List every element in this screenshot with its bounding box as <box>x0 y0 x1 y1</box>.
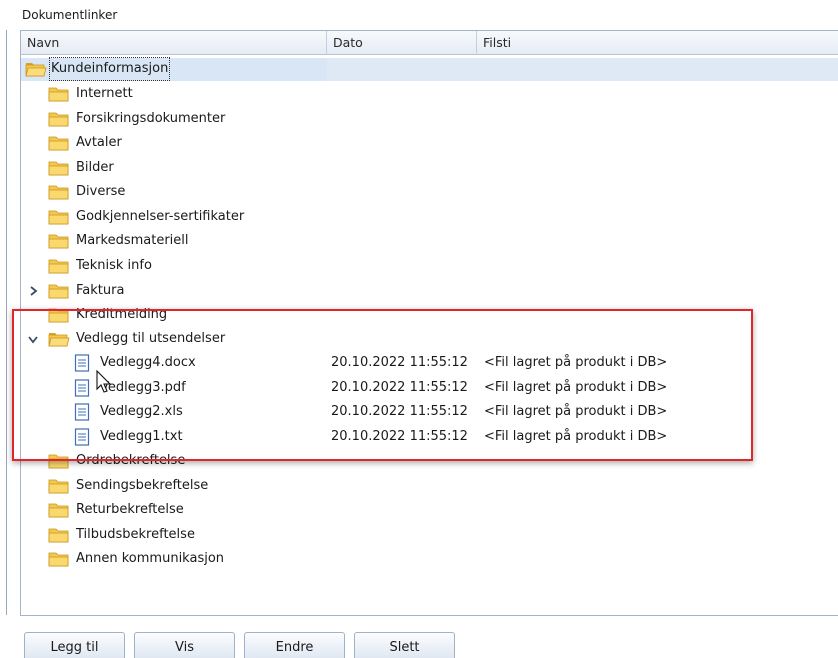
tree-row-file[interactable]: Vedlegg2.xls 20.10.2022 11:55:12 <Fil lagr… <box>21 400 838 424</box>
action-button-bar: Legg til Vis Endre Slett <box>0 632 838 658</box>
tree-row-label: Godkjennelser-sertifikater <box>76 208 245 224</box>
file-date: 20.10.2022 11:55:12 <box>331 379 468 395</box>
tree-row-file[interactable]: Vedlegg3.pdf 20.10.2022 11:55:12 <Fil lagr… <box>21 376 838 400</box>
tree-row-kreditmelding[interactable]: Kreditmelding <box>21 303 838 327</box>
tree-row-label: Tilbudsbekreftelse <box>76 526 195 542</box>
document-icon <box>74 403 90 421</box>
tree-row-label: Internett <box>76 86 133 101</box>
tree-row-label: Ordrebekreftelse <box>76 453 186 468</box>
tree-row-file[interactable]: Vedlegg4.docx 20.10.2022 11:55:12 <Fil lag… <box>21 351 838 375</box>
document-links-tree[interactable]: Navn Dato Filsti Kundeinformasjon Intern… <box>20 30 838 616</box>
document-icon <box>74 427 90 446</box>
file-date: 20.10.2022 11:55:12 <box>331 428 468 444</box>
tree-row-folder[interactable]: Sendingsbekreftelse <box>21 474 838 498</box>
tree-row-folder[interactable]: Bilder <box>21 156 838 180</box>
collapse-chevron-icon[interactable] <box>27 327 39 351</box>
edit-button[interactable]: Endre <box>244 632 345 658</box>
tree-row-label: Sendingsbekreftelse <box>76 477 209 493</box>
folder-icon <box>48 552 69 567</box>
file-path: <Fil lagret på produkt i DB> <box>484 379 668 395</box>
file-path: <Fil lagret på produkt i DB> <box>484 404 668 419</box>
folder-open-icon <box>48 333 70 347</box>
tree-row-folder[interactable]: Avtaler <box>21 131 838 155</box>
tree-row-label: Vedlegg til utsendelser <box>76 331 226 346</box>
column-header-dato[interactable]: Dato <box>327 31 477 55</box>
folder-icon <box>48 503 69 518</box>
folder-icon <box>48 185 69 200</box>
folder-icon <box>48 234 69 249</box>
selection-highlight <box>327 58 838 81</box>
tree-row-folder[interactable]: Godkjennelser-sertifikater <box>21 205 838 229</box>
folder-icon <box>48 136 69 151</box>
file-name: Vedlegg1.txt <box>100 428 183 444</box>
file-path: <Fil lagret på produkt i DB> <box>484 428 668 444</box>
folder-icon <box>48 479 69 493</box>
folder-icon <box>48 284 69 299</box>
add-button[interactable]: Legg til <box>24 632 125 658</box>
tree-row-file[interactable]: Vedlegg1.txt 20.10.2022 11:55:12 <Fil lagr… <box>21 425 838 449</box>
tree-row-kundeinformasjon[interactable]: Kundeinformasjon <box>21 57 838 81</box>
tree-row-faktura[interactable]: Faktura <box>21 279 838 303</box>
tree-row-folder[interactable]: Markedsmateriell <box>21 229 838 253</box>
tree-row-folder[interactable]: Forsikringsdokumenter <box>21 107 838 131</box>
column-header: Navn Dato Filsti <box>21 31 838 55</box>
folder-icon <box>48 112 69 126</box>
folder-icon <box>48 528 69 542</box>
column-header-filsti[interactable]: Filsti <box>477 31 838 55</box>
tree-row-folder[interactable]: Tilbudsbekreftelse <box>21 523 838 547</box>
group-label: Dokumentlinker <box>22 8 118 22</box>
tree-row-label: Teknisk info <box>76 257 152 273</box>
folder-icon <box>48 454 69 469</box>
expand-chevron-icon[interactable] <box>27 279 39 303</box>
file-date: 20.10.2022 11:55:12 <box>331 404 468 419</box>
file-name: Vedlegg2.xls <box>100 404 183 419</box>
column-header-navn[interactable]: Navn <box>21 31 327 55</box>
tree-row-label: Forsikringsdokumenter <box>76 110 226 126</box>
tree-row-label: Diverse <box>76 184 126 199</box>
tree-row-folder[interactable]: Diverse <box>21 180 838 204</box>
tree-row-label: Annen kommunikasjon <box>76 551 225 566</box>
folder-icon <box>48 259 69 273</box>
tree-row-folder[interactable]: Annen kommunikasjon <box>21 547 838 571</box>
mouse-cursor-icon <box>96 370 112 393</box>
file-date: 20.10.2022 11:55:12 <box>331 355 468 370</box>
tree-row-label: Kundeinformasjon <box>49 57 171 81</box>
tree-row-folder[interactable]: Teknisk info <box>21 254 838 278</box>
tree-row-vedlegg-til-utsendelser[interactable]: Vedlegg til utsendelser <box>21 327 838 351</box>
tree-row-folder[interactable]: Returbekreftelse <box>21 498 838 522</box>
folder-icon <box>48 161 69 175</box>
document-icon <box>74 354 90 372</box>
tree-row-label: Faktura <box>76 283 125 298</box>
tree-row-folder[interactable]: Ordrebekreftelse <box>21 449 838 473</box>
delete-button[interactable]: Slett <box>354 632 455 658</box>
folder-icon <box>48 210 69 224</box>
file-name: Vedlegg3.pdf <box>100 379 186 395</box>
tree-row-label: Returbekreftelse <box>76 502 184 517</box>
file-name: Vedlegg4.docx <box>100 355 196 370</box>
view-button[interactable]: Vis <box>134 632 235 658</box>
folder-icon <box>48 87 69 102</box>
tree-row-folder[interactable]: Internett <box>21 82 838 106</box>
folder-open-icon <box>25 63 47 77</box>
tree-row-label: Bilder <box>76 159 114 175</box>
tree-row-label: Avtaler <box>76 135 122 150</box>
tree-row-label: Markedsmateriell <box>76 233 189 248</box>
document-icon <box>74 378 90 397</box>
left-frame-edge <box>6 30 8 615</box>
file-path: <Fil lagret på produkt i DB> <box>484 355 668 370</box>
tree-row-label: Kreditmelding <box>76 307 168 322</box>
folder-icon <box>48 308 69 323</box>
